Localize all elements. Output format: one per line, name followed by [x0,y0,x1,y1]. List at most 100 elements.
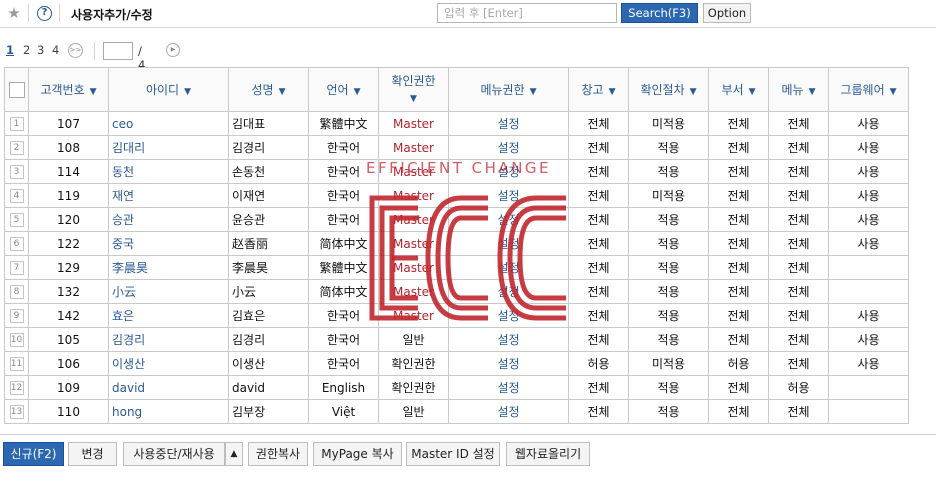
next-pages-icon[interactable]: >> [68,43,83,58]
column-header-name[interactable]: 성명 ▼ [228,67,309,112]
column-header-groupware[interactable]: 그룹웨어 ▼ [828,67,909,112]
user-id-link[interactable]: 중국 [108,231,229,256]
column-header-label: 메뉴권한 [480,83,525,97]
warehouse-cell: 전체 [568,255,629,280]
table-row[interactable]: 6 122 중국 赵香丽 简体中文 Master 설정 전체 적용 전체 전체 사용 [4,231,909,256]
menu-permission-link[interactable]: 설정 [448,183,569,208]
menu-permission-link[interactable]: 설정 [448,159,569,184]
user-id-link[interactable]: 이생산 [108,351,229,376]
column-header-label: 부서 [721,83,744,97]
table-row[interactable]: 2 108 김대리 김경리 한국어 Master 설정 전체 적용 전체 전체 사용 [4,135,909,160]
user-name-cell: 李晨昊 [228,255,309,280]
column-header-language[interactable]: 언어 ▼ [308,67,379,112]
go-page-icon[interactable]: ▶ [166,43,180,57]
user-name-cell: 이생산 [228,351,309,376]
page-link-1[interactable]: 1 [6,43,14,57]
user-id-link[interactable]: 효은 [108,303,229,328]
warehouse-cell: 전체 [568,327,629,352]
table-row[interactable]: 3 114 동천 손동천 한국어 Master 설정 전체 적용 전체 전체 사용 [4,159,909,184]
table-row[interactable]: 8 132 小云 小云 简体中文 Master 설정 전체 적용 전체 전체 [4,279,909,304]
menu-permission-link[interactable]: 설정 [448,135,569,160]
web-upload-button[interactable]: 웹자료올리기 [506,442,590,466]
table-row[interactable]: 13 110 hong 김부장 Việt 일반 설정 전체 적용 전체 전체 [4,399,909,424]
column-header-confirm-perm[interactable]: 확인권한 ▼ [378,67,449,112]
search-button[interactable]: Search(F3) [621,3,698,23]
mypage-copy-button[interactable]: MyPage 복사 [313,442,402,466]
user-id-link[interactable]: ceo [108,111,229,136]
column-header-cust-no[interactable]: 고객번호 ▼ [28,67,109,112]
menu-permission-link[interactable]: 설정 [448,351,569,376]
menu-permission-link[interactable]: 설정 [448,207,569,232]
user-id-link[interactable]: 小云 [108,279,229,304]
menu-cell: 전체 [768,399,829,424]
user-id-link[interactable]: 김경리 [108,327,229,352]
groupware-cell [828,375,909,400]
user-name-cell: 김경리 [228,135,309,160]
procedure-cell: 적용 [628,327,709,352]
customer-number-cell: 132 [28,279,109,304]
table-row[interactable]: 9 142 효은 김효은 한국어 Master 설정 전체 적용 전체 전체 사용 [4,303,909,328]
page-number-input[interactable] [103,42,133,60]
user-id-link[interactable]: 승관 [108,207,229,232]
page-link-3[interactable]: 3 [37,43,44,57]
user-id-link[interactable]: 李晨昊 [108,255,229,280]
column-header-label: 성명 [251,83,274,97]
customer-number-cell: 122 [28,231,109,256]
table-row[interactable]: 11 106 이생산 이생산 한국어 확인권한 설정 허용 미적용 허용 전체 사용 [4,351,909,376]
dropdown-arrow-icon[interactable]: ▲ [225,442,243,466]
menu-permission-link[interactable]: 설정 [448,375,569,400]
menu-permission-link[interactable]: 설정 [448,231,569,256]
page-link-2[interactable]: 2 [23,43,30,57]
procedure-cell: 적용 [628,303,709,328]
table-row[interactable]: 1 107 ceo 김대표 繁體中文 Master 설정 전체 미적용 전체 전체 사용 [4,111,909,136]
column-header-procedure[interactable]: 확인절차 ▼ [628,67,709,112]
column-header-dept[interactable]: 부서 ▼ [708,67,769,112]
table-row[interactable]: 12 109 david david English 확인권한 설정 전체 적용 전체 허용 [4,375,909,400]
customer-number-cell: 108 [28,135,109,160]
department-cell: 전체 [708,183,769,208]
select-all-checkbox[interactable] [8,81,25,98]
menu-permission-link[interactable]: 설정 [448,255,569,280]
confirm-permission-cell: 확인권한 [378,375,449,400]
table-row[interactable]: 4 119 재연 이재연 한국어 Master 설정 전체 미적용 전체 전체 사용 [4,183,909,208]
procedure-cell: 적용 [628,159,709,184]
user-id-link[interactable]: 재연 [108,183,229,208]
edit-button[interactable]: 변경 [68,442,117,466]
procedure-cell: 적용 [628,231,709,256]
column-header-label: 아이디 [145,83,180,97]
menu-permission-link[interactable]: 설정 [448,279,569,304]
user-id-link[interactable]: 동천 [108,159,229,184]
confirm-permission-cell: Master [378,231,449,256]
menu-permission-link[interactable]: 설정 [448,111,569,136]
user-name-cell: 손동천 [228,159,309,184]
column-header-menu-perm[interactable]: 메뉴권한 ▼ [448,67,569,112]
table-row[interactable]: 5 120 승관 윤승관 한국어 Master 설정 전체 적용 전체 전체 사용 [4,207,909,232]
new-button[interactable]: 신규(F2) [3,442,64,466]
master-id-button[interactable]: Master ID 설정 [406,442,500,466]
menu-permission-link[interactable]: 설정 [448,303,569,328]
column-header-menu[interactable]: 메뉴 ▼ [768,67,829,112]
language-cell: 한국어 [308,351,379,376]
menu-permission-link[interactable]: 설정 [448,327,569,352]
suspend-button[interactable]: 사용중단/재사용 [123,442,225,466]
option-button[interactable]: Option [703,3,751,23]
page-link-4[interactable]: 4 [52,43,59,57]
table-row[interactable]: 10 105 김경리 김경리 한국어 일반 설정 전체 적용 전체 전체 사용 [4,327,909,352]
groupware-cell: 사용 [828,351,909,376]
language-cell: 한국어 [308,135,379,160]
department-cell: 전체 [708,279,769,304]
column-header-id[interactable]: 아이디 ▼ [108,67,229,112]
column-header-warehouse[interactable]: 창고 ▼ [568,67,629,112]
search-input[interactable] [437,3,617,23]
table-header-row: 고객번호 ▼ 아이디 ▼ 성명 ▼ 언어 ▼ 확인권한 ▼ 메뉴권한 ▼ 창고 ▼ 확인절차 ▼… [4,67,909,112]
help-icon[interactable]: ? [37,6,52,21]
table-row[interactable]: 7 129 李晨昊 李晨昊 繁體中文 Master 설정 전체 적용 전체 전체 [4,255,909,280]
menu-permission-link[interactable]: 설정 [448,399,569,424]
groupware-cell: 사용 [828,183,909,208]
user-id-link[interactable]: david [108,375,229,400]
department-cell: 전체 [708,207,769,232]
user-id-link[interactable]: hong [108,399,229,424]
copy-permission-button[interactable]: 권한복사 [248,442,308,466]
favorite-star-icon[interactable]: ★ [4,3,24,23]
user-id-link[interactable]: 김대리 [108,135,229,160]
